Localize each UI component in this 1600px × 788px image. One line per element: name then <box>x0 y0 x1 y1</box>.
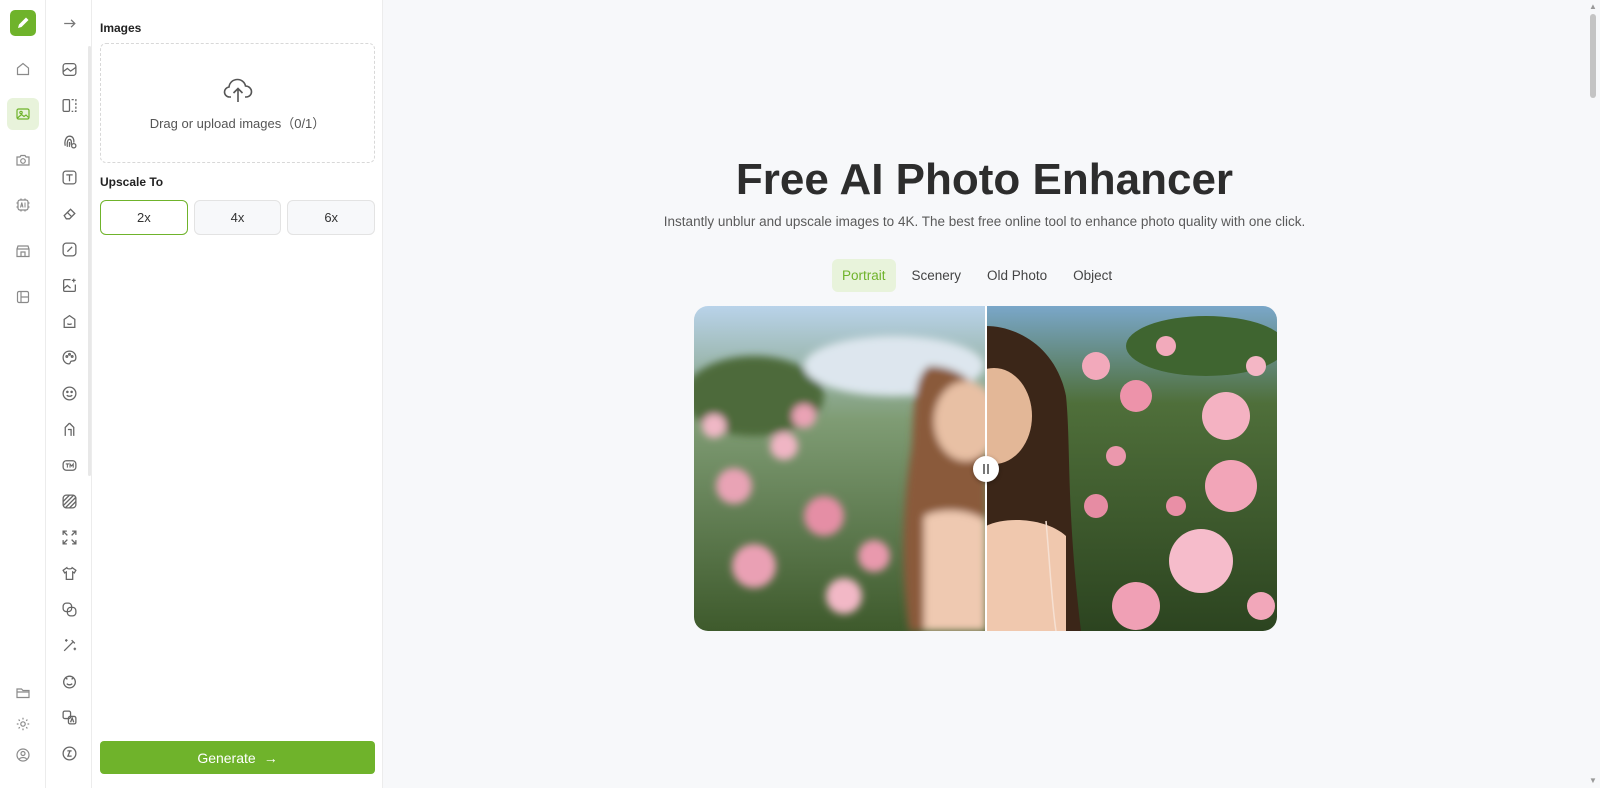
image-sparkle-icon <box>62 278 76 292</box>
images-label: Images <box>100 21 142 35</box>
tool-magic[interactable] <box>53 630 85 660</box>
rail-ai-button[interactable] <box>7 189 39 221</box>
figure-icon <box>64 422 74 436</box>
ai-chip-icon <box>16 198 30 212</box>
app-logo[interactable] <box>10 10 36 36</box>
user-icon <box>16 748 30 762</box>
upscale-options: 2x 4x 6x <box>100 200 376 235</box>
edit-square-icon <box>61 241 77 257</box>
palette-icon <box>61 349 77 365</box>
image-icon <box>16 108 30 120</box>
rail-store-button[interactable] <box>7 235 39 267</box>
scale-2x-button[interactable]: 2x <box>100 200 188 235</box>
upload-dropzone[interactable]: Drag or upload images（0/1） <box>100 43 375 163</box>
overlap-icon <box>61 601 77 617</box>
before-after-compare[interactable] <box>694 306 1277 631</box>
upload-text: Drag or upload images（0/1） <box>149 115 326 131</box>
tool-merge[interactable] <box>53 594 85 624</box>
tool-watermark[interactable] <box>53 450 85 480</box>
compare-slider-handle[interactable] <box>973 456 999 482</box>
tool-enhance[interactable] <box>53 54 85 84</box>
translate-icon <box>61 709 77 725</box>
rail-home-button[interactable] <box>7 53 39 85</box>
tool-avatar[interactable] <box>53 306 85 336</box>
rail-image-button[interactable] <box>7 98 39 130</box>
page-subtitle: Instantly unblur and upscale images to 4… <box>663 214 1306 229</box>
tool-expand[interactable] <box>53 522 85 552</box>
rail-settings-button[interactable] <box>7 708 39 740</box>
left-rail <box>0 0 46 788</box>
store-icon <box>16 245 30 258</box>
rail-account-button[interactable] <box>7 739 39 771</box>
magic-wand-icon <box>63 638 76 651</box>
tool-translate[interactable] <box>53 702 85 732</box>
tool-pattern[interactable] <box>53 486 85 516</box>
rail-camera-button[interactable] <box>7 144 39 176</box>
tool-colorize[interactable] <box>53 342 85 372</box>
trademark-icon <box>61 459 77 471</box>
home-icon <box>16 62 30 76</box>
settings-panel: Images Drag or upload images（0/1） Upscal… <box>92 0 383 788</box>
rail-layout-button[interactable] <box>7 281 39 313</box>
arrow-right-icon <box>63 18 76 28</box>
scroll-up-icon[interactable]: ▲ <box>1589 2 1597 11</box>
tool-face-swap[interactable] <box>53 378 85 408</box>
expand-icon <box>61 529 77 545</box>
shirt-icon <box>61 566 77 580</box>
text-icon <box>61 169 77 185</box>
tab-scenery[interactable]: Scenery <box>902 259 972 292</box>
robot-face-icon <box>63 314 75 328</box>
image-frame-icon <box>61 62 77 76</box>
tab-object[interactable]: Object <box>1063 259 1122 292</box>
page-scrollbar[interactable]: ▲ ▼ <box>1586 0 1600 788</box>
tool-eraser[interactable] <box>53 198 85 228</box>
cloud-upload-icon <box>223 78 252 102</box>
before-image <box>694 306 986 631</box>
category-tabs: Portrait Scenery Old Photo Object <box>832 259 1122 292</box>
arrow-right-icon: → <box>263 749 278 766</box>
split-icon <box>61 98 77 112</box>
gear-icon <box>16 717 30 731</box>
main-content: Free AI Photo Enhancer Instantly unblur … <box>383 0 1586 788</box>
tool-scrollbar[interactable] <box>88 46 91 476</box>
generate-label: Generate <box>197 749 256 766</box>
cartoon-face-icon <box>62 675 76 689</box>
smile-icon <box>61 385 77 401</box>
tab-old-photo[interactable]: Old Photo <box>977 259 1057 292</box>
tool-face[interactable] <box>53 126 85 156</box>
eraser-icon <box>62 207 76 219</box>
tab-portrait[interactable]: Portrait <box>832 259 896 292</box>
camera-icon <box>16 154 30 166</box>
fingerprint-icon <box>63 135 77 149</box>
scale-6x-button[interactable]: 6x <box>287 200 376 235</box>
tool-edit[interactable] <box>53 234 85 264</box>
rail-folder-button[interactable] <box>7 677 39 709</box>
tool-compare[interactable] <box>53 90 85 120</box>
after-image <box>986 306 1277 631</box>
tool-cartoon[interactable] <box>53 666 85 696</box>
upscale-label: Upscale To <box>100 175 164 189</box>
tool-text[interactable] <box>53 162 85 192</box>
generate-button[interactable]: Generate → <box>100 741 375 774</box>
pencil-logo-icon <box>18 17 29 28</box>
scroll-down-icon[interactable]: ▼ <box>1589 776 1597 785</box>
scroll-thumb[interactable] <box>1590 14 1596 98</box>
tool-column <box>46 0 92 788</box>
tool-clothes[interactable] <box>53 558 85 588</box>
tool-outfit[interactable] <box>53 414 85 444</box>
formula-icon <box>61 745 77 761</box>
scale-4x-button[interactable]: 4x <box>193 200 282 235</box>
hatch-icon <box>61 493 77 509</box>
tool-formula[interactable] <box>53 738 85 768</box>
layout-icon <box>16 290 30 304</box>
collapse-button[interactable] <box>53 8 85 38</box>
tool-image-gen[interactable] <box>53 270 85 300</box>
folder-icon <box>16 688 30 699</box>
page-title: Free AI Photo Enhancer <box>735 155 1234 204</box>
